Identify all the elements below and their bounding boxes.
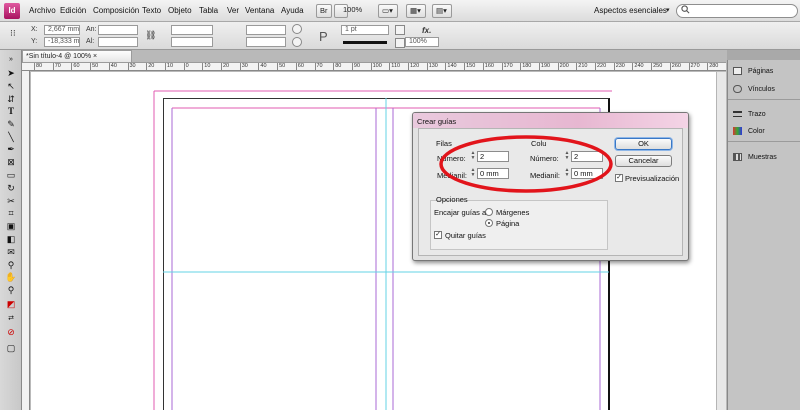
- annotation-ellipse: [439, 135, 613, 193]
